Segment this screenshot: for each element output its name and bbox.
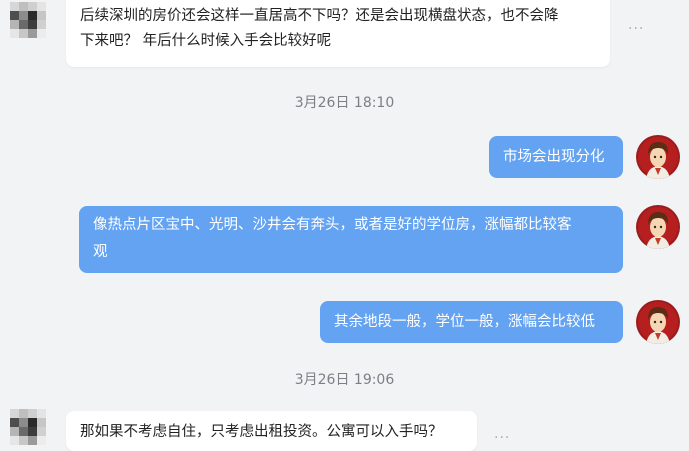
- message-bubble-right[interactable]: 像热点片区宝中、光明、沙井会有奔头，或者是好的学位房，涨幅都比较客 观: [79, 206, 623, 273]
- user-avatar[interactable]: [10, 2, 46, 38]
- message-bubble-left[interactable]: 那如果不考虑自住，只考虑出租投资。公寓可以入手吗？: [66, 411, 477, 451]
- message-bubble-left[interactable]: 后续深圳的房价还会这样一直居高不下吗？还是会出现横盘状态，也不会降 下来吧？ 年…: [66, 0, 610, 67]
- ellipsis-icon[interactable]: ···: [494, 430, 510, 446]
- agent-avatar[interactable]: [636, 135, 680, 179]
- message-text-line: 那如果不考虑自住，只考虑出租投资。公寓可以入手吗？: [80, 424, 443, 440]
- agent-avatar[interactable]: [636, 205, 680, 249]
- timestamp: 3月26日 18:10: [294, 95, 395, 111]
- message-bubble-right[interactable]: 其余地段一般，学位一般，涨幅会比较低: [320, 301, 623, 343]
- agent-avatar[interactable]: [636, 300, 680, 344]
- message-text-line: 观: [93, 244, 108, 260]
- message-bubble-right[interactable]: 市场会出现分化: [489, 136, 623, 178]
- message-text-line: 其余地段一般，学位一般，涨幅会比较低: [334, 314, 595, 330]
- message-text-line: 下来吧？ 年后什么时候入手会比较好呢: [80, 33, 332, 49]
- message-text-line: 像热点片区宝中、光明、沙井会有奔头，或者是好的学位房，涨幅都比较客: [93, 217, 572, 233]
- ellipsis-icon[interactable]: ···: [628, 21, 644, 37]
- message-text-line: 市场会出现分化: [503, 149, 605, 165]
- user-avatar[interactable]: [10, 409, 46, 445]
- timestamp: 3月26日 19:06: [294, 372, 395, 388]
- message-text-line: 后续深圳的房价还会这样一直居高不下吗？还是会出现横盘状态，也不会降: [80, 8, 559, 24]
